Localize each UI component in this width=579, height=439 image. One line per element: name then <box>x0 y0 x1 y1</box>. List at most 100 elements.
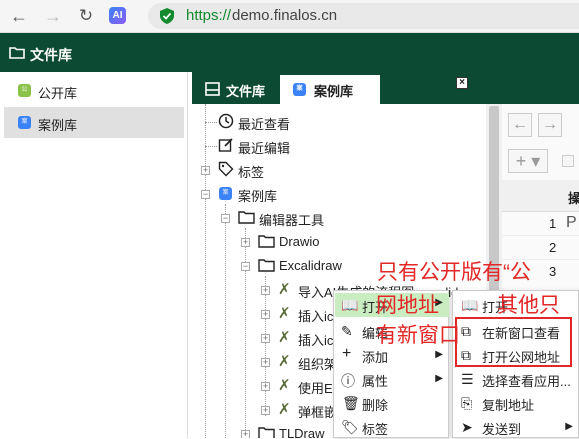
expand-icon[interactable]: + <box>201 166 210 175</box>
secure-shield-icon <box>160 8 174 24</box>
book-icon: 📖 <box>341 297 359 313</box>
collapse-icon[interactable]: − <box>221 214 230 223</box>
collapse-icon[interactable]: − <box>241 262 250 271</box>
plus-icon: + <box>342 345 352 362</box>
browser-toolbar: ← → ↻ AI https:// demo.finalos.cn <box>0 0 579 33</box>
menu-item-copy-url[interactable]: ⎘ 复制地址 <box>454 391 579 415</box>
row-number: 1 <box>549 216 557 231</box>
tree-item-label: 插入ic <box>298 333 334 348</box>
sidebar: 公 公开库 案 案例库 <box>0 72 188 438</box>
list-icon: ☰ <box>461 371 474 387</box>
tree-item-label: 插入ic <box>298 309 334 324</box>
folder-icon <box>238 211 255 224</box>
send-icon: ➤ <box>461 419 473 435</box>
trash-icon: 🗑 <box>342 395 360 411</box>
tree-item-label: TLDraw <box>279 426 325 438</box>
add-button[interactable]: + ▾ <box>508 149 548 173</box>
forward-arrow-icon[interactable]: → <box>42 6 64 26</box>
public-library-icon: 公 <box>18 84 31 97</box>
expand-icon[interactable]: + <box>261 286 270 295</box>
excalidraw-icon: ✗ <box>278 305 291 322</box>
clock-icon <box>218 113 234 129</box>
back-arrow-icon[interactable]: ← <box>508 113 532 137</box>
book-icon: 📖 <box>461 297 479 313</box>
tab-close-icon[interactable]: × <box>456 77 468 89</box>
menu-item-send-to[interactable]: ➤ 发送到 ▶ <box>454 415 579 439</box>
expand-icon[interactable]: + <box>261 358 270 367</box>
tree-item-label: 最近编辑 <box>238 141 291 156</box>
back-arrow-icon[interactable]: ← <box>8 6 30 26</box>
expand-icon[interactable]: + <box>261 406 270 415</box>
submenu-arrow-icon: ▶ <box>565 421 573 432</box>
annotation-text: 有新窗口 <box>376 324 460 347</box>
annotation-text: 其他只 <box>497 294 560 317</box>
excalidraw-icon: ✗ <box>278 401 291 418</box>
folder-icon <box>258 235 275 248</box>
tree-item-drawio[interactable]: + Drawio <box>192 230 486 254</box>
expand-icon[interactable]: + <box>261 382 270 391</box>
copy-icon: ⎘ <box>461 395 473 411</box>
case-library-icon: 案 <box>18 116 31 129</box>
submenu-arrow-icon: ▶ <box>435 373 443 384</box>
tree-item-recent-edited[interactable]: 最近编辑 <box>192 134 486 158</box>
tab-case-library[interactable]: 案 案例库 × <box>280 75 468 104</box>
tree-item-label: 标签 <box>238 165 265 180</box>
tab-file-library[interactable]: 文件库 <box>192 75 276 104</box>
tree-item-label: Excalidraw <box>279 258 342 273</box>
select-all-checkbox[interactable] <box>562 155 574 167</box>
tree-item-label: 编辑器工具 <box>259 213 325 228</box>
tree-item-editor-tools[interactable]: − 编辑器工具 <box>192 206 486 230</box>
menu-item-properties[interactable]: ⓘ 属性 ▶ <box>335 367 449 391</box>
table-row[interactable]: 1 P <box>502 212 579 236</box>
grid-header: 操 <box>502 180 579 212</box>
grid-header-label: 操 <box>568 191 579 206</box>
expand-icon[interactable]: + <box>241 238 250 247</box>
annotation-highlight-box <box>455 317 572 367</box>
annotation-text: 只有公开版有“公 <box>377 261 531 284</box>
app-header: 文件库 <box>0 33 579 72</box>
excalidraw-icon: ✗ <box>278 281 291 298</box>
case-library-icon: 案 <box>219 187 232 200</box>
tree-item-recent-viewed[interactable]: 最近查看 <box>192 110 486 134</box>
tree-item-label: 组织架 <box>298 357 338 372</box>
app-title: 文件库 <box>30 47 72 63</box>
tree-item-label: 使用E <box>298 381 333 396</box>
excalidraw-icon: ✗ <box>278 353 291 370</box>
menu-item-delete[interactable]: 🗑 删除 <box>335 391 449 415</box>
expand-icon[interactable]: + <box>261 334 270 343</box>
tree-item-label: Drawio <box>279 234 320 249</box>
info-icon: ⓘ <box>341 373 355 389</box>
tab-bar: 文件库 案 案例库 × <box>192 72 579 104</box>
sidebar-item-label: 公开库 <box>38 86 78 101</box>
tab-label: 案例库 <box>314 84 354 99</box>
sidebar-item-label: 案例库 <box>38 118 78 133</box>
url-scheme: https:// <box>186 7 232 24</box>
menu-item-choose-app[interactable]: ☰ 选择查看应用... <box>454 367 579 391</box>
sidebar-item-public-library[interactable]: 公 公开库 <box>4 75 184 106</box>
menu-item-tags[interactable]: 🏷 标签 <box>335 415 449 439</box>
tab-label: 文件库 <box>226 84 266 99</box>
tree-item-label: 案例库 <box>238 189 278 204</box>
tree-item-case-library[interactable]: − 案 案例库 <box>192 182 486 206</box>
expand-icon[interactable]: + <box>261 310 270 319</box>
edit-icon <box>218 138 233 152</box>
reload-icon[interactable]: ↻ <box>75 6 97 26</box>
forward-arrow-icon[interactable]: → <box>538 113 562 137</box>
folder-icon <box>258 427 275 438</box>
tree-item-label: 弹框嵌 <box>298 405 338 420</box>
expand-icon[interactable]: + <box>241 430 250 438</box>
row-text: P <box>566 214 577 231</box>
row-number: 2 <box>549 240 557 255</box>
sidebar-item-case-library[interactable]: 案 案例库 <box>4 107 184 138</box>
tag-icon: 🏷 <box>341 419 359 435</box>
tree-item-label: 最近查看 <box>238 117 291 132</box>
row-number: 3 <box>549 264 557 279</box>
ai-extension-icon[interactable]: AI <box>109 7 126 24</box>
annotation-text: 网地址 <box>376 294 439 317</box>
case-library-icon: 案 <box>293 83 306 96</box>
collapse-icon[interactable]: − <box>201 190 210 199</box>
tag-icon <box>218 161 234 177</box>
drive-icon <box>205 82 220 96</box>
tree-item-tags[interactable]: + 标签 <box>192 158 486 182</box>
folder-icon <box>258 259 275 272</box>
